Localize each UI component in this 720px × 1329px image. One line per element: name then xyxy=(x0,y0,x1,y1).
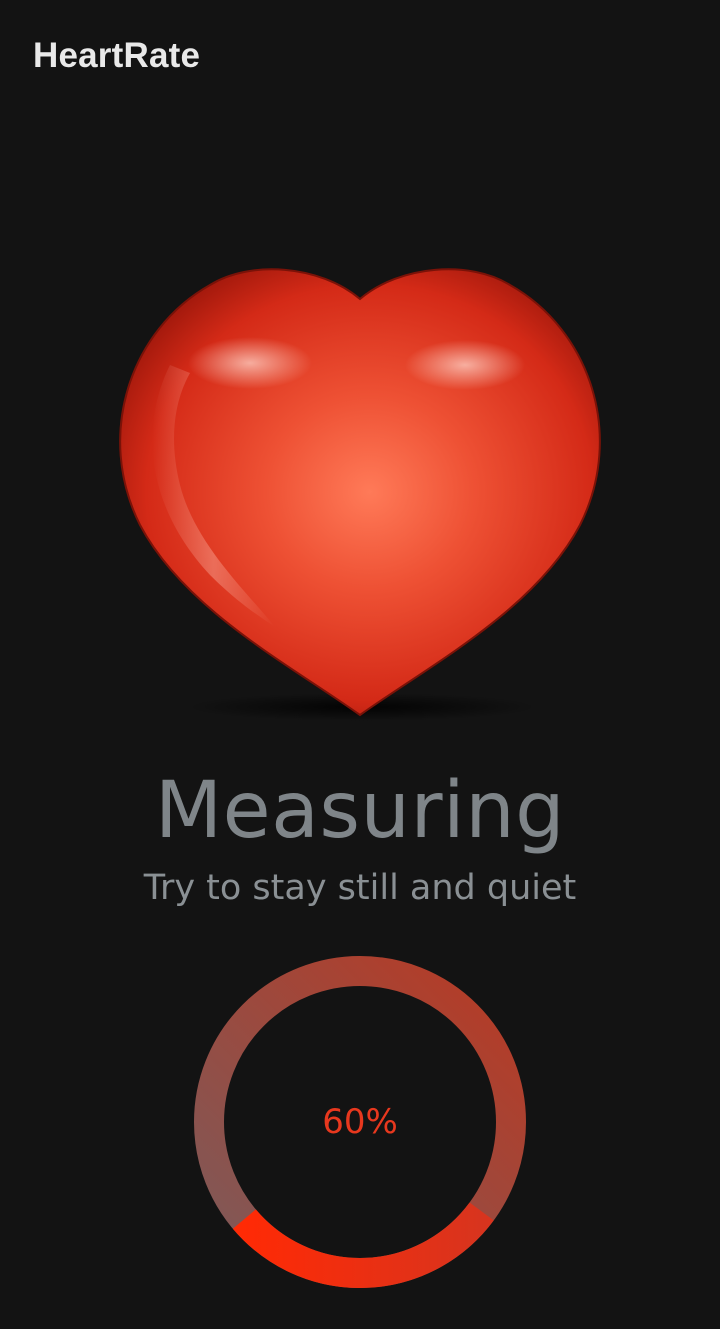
heart-rate-screen: HeartRate Measuring Try to stay still an… xyxy=(0,0,720,1329)
measuring-status: Measuring xyxy=(154,766,566,856)
heart-illustration xyxy=(100,255,620,725)
progress-fill xyxy=(232,1202,494,1288)
measuring-hint: Try to stay still and quiet xyxy=(143,868,577,908)
progress-ring-graphic xyxy=(194,956,526,1288)
progress-ring: 60% xyxy=(194,956,526,1288)
app-title: HeartRate xyxy=(33,36,201,75)
heart-icon xyxy=(119,268,601,721)
